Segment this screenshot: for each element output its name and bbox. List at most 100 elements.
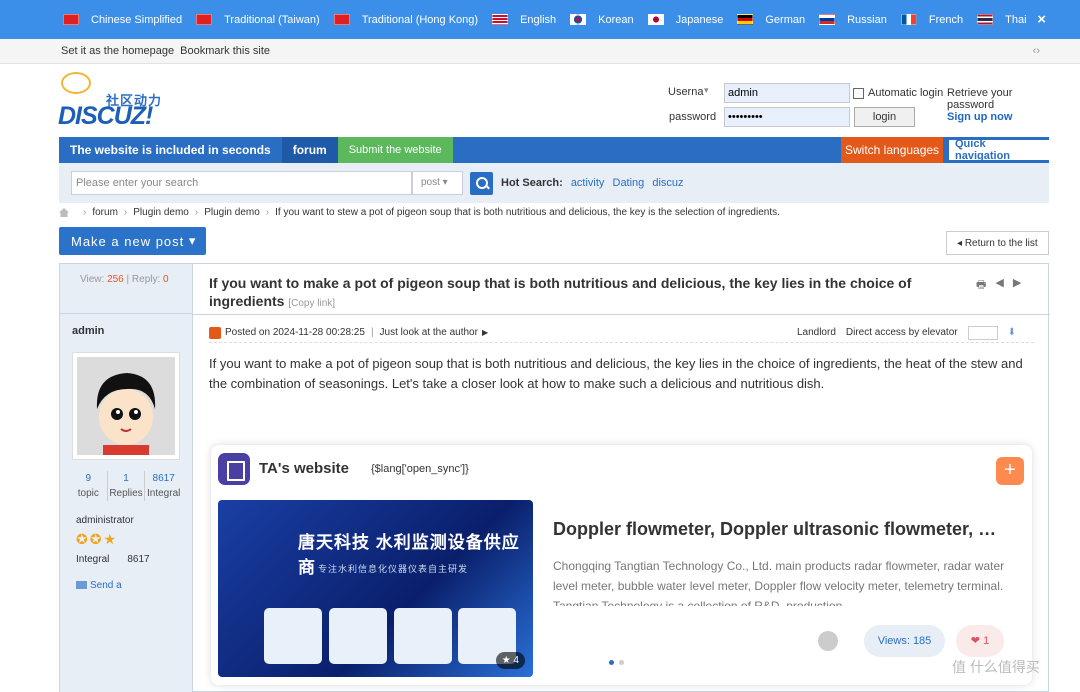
avatar[interactable] xyxy=(818,631,838,651)
switch-languages-button[interactable]: Switch languages xyxy=(841,137,944,163)
heart-icon: ❤ xyxy=(970,635,984,647)
home-icon[interactable] xyxy=(59,208,69,217)
banner-subtitle: 专注水利信息化仪器仪表自主研发 xyxy=(318,564,469,574)
lang-traditional-hongkong[interactable]: Traditional (Hong Kong) xyxy=(333,14,478,26)
login-panel: Userna ▾ Automatic login Retrieve your p… xyxy=(660,82,1060,132)
search-input[interactable]: Please enter your search xyxy=(71,171,412,195)
breadcrumb-forum[interactable]: forum xyxy=(92,207,118,218)
cn-flag-icon xyxy=(333,14,350,25)
lang-chinese-simplified[interactable]: Chinese Simplified xyxy=(63,14,182,26)
only-author-link[interactable]: Just look at the author xyxy=(380,327,478,338)
author-sidebar: View: 256 | Reply: 0 admin 9 topic 1 Rep… xyxy=(60,264,193,692)
lang-russian[interactable]: Russian xyxy=(819,14,887,26)
kr-flag-icon xyxy=(570,14,587,25)
hot-term-activity[interactable]: activity xyxy=(571,177,605,189)
de-flag-icon xyxy=(737,14,754,25)
ru-flag-icon xyxy=(819,14,836,25)
product-image xyxy=(264,608,322,664)
thread-tools: 🖶 ◀ ▶ xyxy=(976,276,1021,295)
elevator-label: Direct access by elevator xyxy=(845,327,958,338)
author-name[interactable]: admin xyxy=(72,325,104,337)
breadcrumb-plugin-demo-2[interactable]: Plugin demo xyxy=(204,207,260,218)
thread-title: If you want to make a pot of pigeon soup… xyxy=(209,275,912,309)
search-type-select[interactable]: post ▾ xyxy=(412,171,463,195)
arrow-right-icon[interactable]: ▶ xyxy=(1013,276,1021,295)
arrow-down-icon[interactable]: ⬇ xyxy=(1008,327,1016,338)
product-image xyxy=(329,608,387,664)
print-icon[interactable]: 🖶 xyxy=(976,276,986,295)
search-bar: Please enter your search post ▾ Hot Sear… xyxy=(59,163,1049,203)
hot-term-discuz[interactable]: discuz xyxy=(652,177,683,189)
us-flag-icon xyxy=(492,14,509,25)
chevron-down-icon[interactable]: ▾ xyxy=(704,85,709,96)
retrieve-password-link[interactable]: Retrieve your password xyxy=(947,87,1060,111)
jp-flag-icon xyxy=(647,14,664,25)
lang-japanese[interactable]: Japanese xyxy=(647,14,723,26)
lang-french[interactable]: French xyxy=(900,14,963,26)
logo-en-text: DISCUZ! xyxy=(58,102,153,130)
caret-right-icon: ▶ xyxy=(481,328,489,337)
copy-link[interactable]: [Copy link] xyxy=(288,298,335,309)
language-bar: Chinese Simplified Traditional (Taiwan) … xyxy=(0,0,1080,39)
code-icon[interactable]: ‹› xyxy=(1033,45,1040,57)
thread-stats: View: 256 | Reply: 0 xyxy=(60,264,193,314)
send-message-link[interactable]: Send a xyxy=(76,580,122,591)
lang-english[interactable]: English xyxy=(492,14,556,26)
avatar-cartoon-icon xyxy=(77,357,175,455)
close-icon[interactable]: × xyxy=(1037,11,1046,28)
nav-item-forum[interactable]: forum xyxy=(281,137,338,163)
hot-term-dating[interactable]: Dating xyxy=(613,177,645,189)
return-to-list-button[interactable]: ◂ Return to the list xyxy=(946,231,1049,255)
fr-flag-icon xyxy=(900,14,917,25)
chevron-left-icon: ◂ xyxy=(957,237,965,249)
posted-on: Posted on 2024-11-28 00:28:25 xyxy=(225,327,365,338)
author-stats: 9 topic 1 Replies 8617 Integral xyxy=(70,471,182,501)
login-button[interactable]: login xyxy=(854,107,915,127)
rating-badge: ★ 4 xyxy=(495,652,525,669)
avatar[interactable] xyxy=(72,352,180,460)
hot-search: Hot Search: activity Dating discuz xyxy=(501,177,684,189)
auto-login-label: Automatic login xyxy=(868,87,944,99)
lang-traditional-taiwan[interactable]: Traditional (Taiwan) xyxy=(196,14,320,26)
username-label: Userna xyxy=(668,86,704,98)
password-input[interactable] xyxy=(724,107,850,127)
new-post-button[interactable]: Make a new post ▾ xyxy=(59,227,206,255)
thread-container: View: 256 | Reply: 0 admin 9 topic 1 Rep… xyxy=(59,263,1050,692)
logo-bubble-icon xyxy=(61,72,91,94)
bookmark-link[interactable]: Bookmark this site xyxy=(180,45,270,57)
elevator-input[interactable] xyxy=(967,325,998,340)
landlord-label: Landlord xyxy=(796,327,836,338)
set-homepage-link[interactable]: Set it as the homepage xyxy=(61,45,174,57)
lang-german[interactable]: German xyxy=(737,14,805,26)
arrow-left-icon[interactable]: ◀ xyxy=(995,276,1003,295)
main-nav: The website is included in seconds forum… xyxy=(59,137,1049,163)
envelope-icon xyxy=(76,581,87,590)
card-sync: {$lang['open_sync']} xyxy=(371,463,469,475)
carousel-dots xyxy=(603,657,639,667)
quick-navigation-button[interactable]: Quick navigation xyxy=(949,138,1049,162)
lang-korean[interactable]: Korean xyxy=(570,14,634,26)
breadcrumb-plugin-demo[interactable]: Plugin demo xyxy=(133,207,189,218)
search-icon[interactable] xyxy=(470,172,493,195)
like-button[interactable]: ❤ 1 xyxy=(956,625,1004,657)
website-banner-image[interactable]: 唐天科技 水利监测设备供应商 专注水利信息化仪器仪表自主研发 ★ 4 xyxy=(218,500,533,677)
breadcrumb-current[interactable]: If you want to stew a pot of pigeon soup… xyxy=(275,207,780,218)
signup-link[interactable]: Sign up now xyxy=(947,111,1012,123)
cn-flag-icon xyxy=(63,14,79,25)
post-meta: Posted on 2024-11-28 00:28:25 | Just loo… xyxy=(209,323,1034,343)
lang-thai[interactable]: Thai xyxy=(977,14,1027,26)
product-title[interactable]: Doppler flowmeter, Doppler ultrasonic fl… xyxy=(553,519,1008,540)
author-role[interactable]: administrator xyxy=(76,515,134,526)
add-button[interactable]: + xyxy=(996,457,1024,485)
auto-login-checkbox[interactable] xyxy=(853,88,864,99)
th-flag-icon xyxy=(977,14,994,25)
post-body: If you want to make a pot of pigeon soup… xyxy=(209,356,1023,391)
nav-item-website-included[interactable]: The website is included in seconds xyxy=(59,137,282,163)
watermark: 值 什么值得买 xyxy=(952,659,1040,675)
product-image xyxy=(394,608,452,664)
ta-website-card: TA's website {$lang['open_sync']} + 唐天科技… xyxy=(211,445,1032,685)
nav-item-submit-website[interactable]: Submit the website xyxy=(337,137,453,163)
username-input[interactable] xyxy=(724,83,850,103)
breadcrumb: › forum › Plugin demo › Plugin demo › If… xyxy=(59,207,780,218)
site-logo[interactable]: 社区动力 DISCUZ! xyxy=(58,72,168,130)
